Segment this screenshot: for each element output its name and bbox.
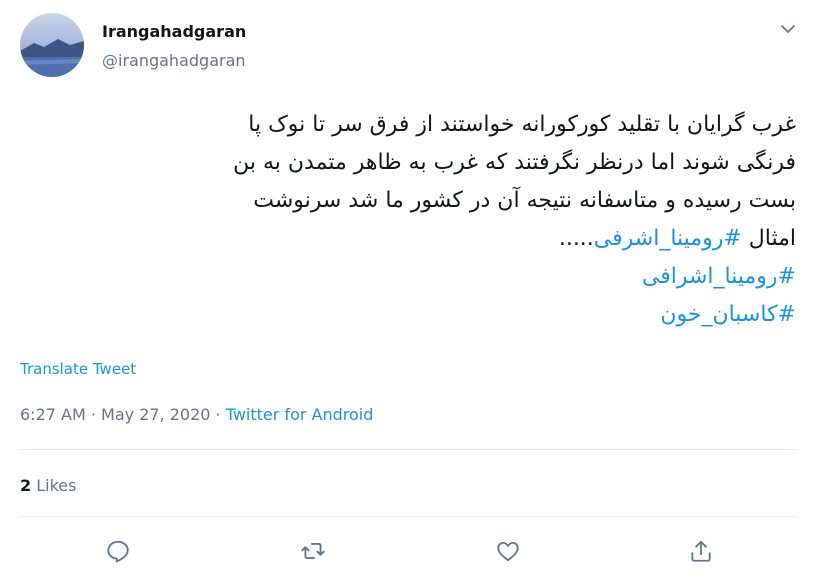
tweet-line: #کاسبان_خون: [20, 296, 796, 334]
likes-label: Likes: [36, 476, 77, 495]
tweet-source-link[interactable]: Twitter for Android: [226, 405, 374, 424]
tweet-line-prefix: امثال: [741, 226, 796, 251]
reply-button[interactable]: [105, 538, 131, 564]
meta-separator: ·: [85, 405, 102, 424]
tweet-date[interactable]: May 27, 2020: [101, 405, 210, 424]
tweet-line: غرب گرایان با تقلید کورکورانه خواستند از…: [248, 112, 796, 137]
tweet-line: امثال #رومینا_اشرفی.....: [20, 220, 796, 258]
tweet-line-suffix: .....: [558, 226, 594, 251]
divider: [20, 516, 796, 517]
retweet-button[interactable]: [300, 538, 326, 564]
avatar[interactable]: [20, 13, 84, 77]
tweet-text: غرب گرایان با تقلید کورکورانه خواستند از…: [20, 106, 796, 334]
share-button[interactable]: [688, 538, 714, 564]
avatar-landscape-image: [20, 13, 84, 77]
divider: [20, 449, 796, 450]
translate-tweet-link[interactable]: Translate Tweet: [20, 360, 136, 378]
tweet-meta: 6:27 AM · May 27, 2020 · Twitter for And…: [20, 405, 373, 424]
user-handle[interactable]: @irangahadgaran: [102, 51, 246, 70]
tweet-line: بست رسیده و متاسفانه نتیجه آن در کشور ما…: [253, 188, 796, 213]
heart-icon: [497, 541, 519, 562]
hashtag-link[interactable]: #کاسبان_خون: [660, 302, 796, 327]
tweet-line: #رومینا_اشرافی: [20, 258, 796, 296]
like-button[interactable]: [495, 538, 521, 564]
reply-icon: [107, 540, 129, 563]
display-name[interactable]: Irangahadgaran: [102, 22, 246, 41]
hashtag-link[interactable]: #رومینا_اشرافی: [642, 264, 796, 289]
likes-number: 2: [20, 476, 32, 495]
likes-count[interactable]: 2 Likes: [20, 476, 76, 495]
tweet-time[interactable]: 6:27 AM: [20, 405, 86, 424]
share-icon: [691, 540, 711, 562]
tweet-line: فرنگی شوند اما درنظر نگرفتند که غرب به ظ…: [233, 150, 796, 175]
retweet-icon: [301, 543, 325, 559]
hashtag-link[interactable]: #رومینا_اشرفی: [594, 226, 742, 251]
meta-separator: ·: [210, 405, 226, 424]
chevron-down-icon[interactable]: [778, 19, 798, 39]
